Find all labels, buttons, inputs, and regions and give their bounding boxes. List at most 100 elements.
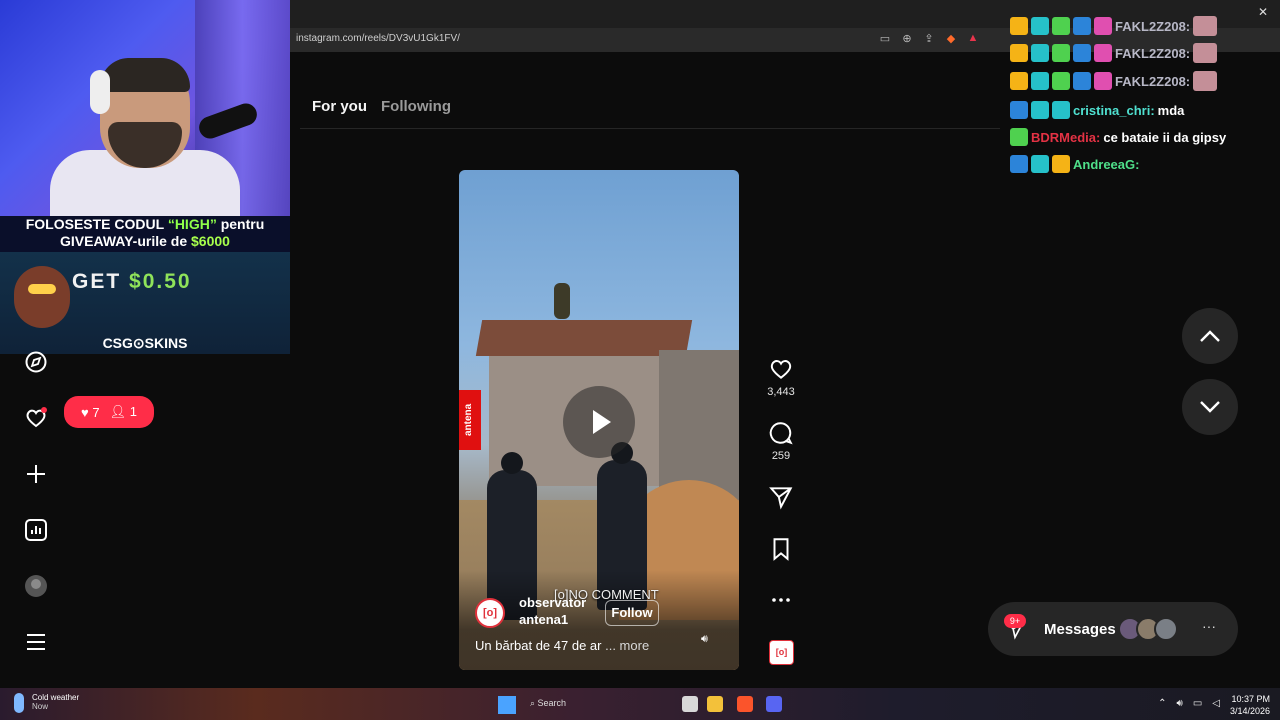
og-badge-icon — [1031, 155, 1049, 173]
zoom-icon[interactable]: ⊕ — [900, 32, 914, 45]
messages-button[interactable]: 9+ Messages ··· — [988, 602, 1238, 656]
send-icon — [769, 487, 793, 510]
speaker-icon[interactable]: 🔊︎ — [701, 633, 717, 647]
discord-icon[interactable] — [766, 696, 782, 712]
address-bar-actions: ▭ ⊕ ⇪ ◆ ▲ — [878, 32, 980, 45]
taskbar: Cold weather Now ⌕ Search ⌃ 🔊︎ ▭ ◁ 10:37… — [0, 688, 1280, 720]
video-house-side — [659, 350, 739, 500]
crown-badge-icon — [1010, 44, 1028, 62]
bot-badge-icon — [1031, 72, 1049, 90]
caption-more-link[interactable]: ... more — [605, 638, 649, 653]
chat-emote — [1193, 43, 1218, 63]
notifications-badge[interactable]: ♥ 7 👤︎ 1 — [64, 396, 154, 428]
hammer-badge-icon — [1010, 155, 1028, 173]
follow-button[interactable]: Follow — [605, 600, 659, 626]
author-avatar[interactable]: [o] — [475, 598, 505, 628]
avatar — [1154, 617, 1178, 641]
crown-badge-icon — [1010, 17, 1028, 35]
next-reel-button[interactable] — [1182, 379, 1238, 435]
follows-person-icon: 👤︎ 1 — [109, 404, 137, 419]
crown-badge-icon — [1010, 72, 1028, 90]
brave-rewards-icon[interactable]: ▲ — [966, 32, 980, 45]
tray-chevron-icon[interactable]: ⌃ — [1158, 698, 1166, 709]
audio-avatar[interactable]: [o] — [769, 640, 794, 665]
tabs-divider — [300, 128, 1000, 129]
tab-following[interactable]: Following — [381, 98, 451, 115]
profile-avatar[interactable] — [24, 574, 48, 598]
network-icon[interactable]: ▭ — [1193, 698, 1202, 709]
more-options-action[interactable] — [766, 590, 796, 610]
chat-message: BDRMedia: ce bataie ii da gipsy — [1010, 126, 1226, 148]
headphones — [90, 70, 110, 114]
video-officer-left-head — [501, 452, 523, 474]
speaker-tray-icon[interactable]: 🔊︎ — [1177, 698, 1183, 709]
weather-widget[interactable]: Cold weather Now — [14, 693, 79, 713]
notifications-heart-icon[interactable] — [24, 406, 48, 430]
heart-icon — [770, 360, 792, 379]
promo-code: “HIGH” — [167, 216, 217, 232]
clock[interactable]: 10:37 PM 3/14/2026 — [1230, 693, 1270, 717]
promo-amount: $6000 — [191, 233, 230, 249]
task-view-icon[interactable] — [682, 696, 698, 712]
save-action[interactable] — [766, 536, 796, 562]
sponsor-offer: GET $0.50 — [72, 270, 192, 293]
gift-badge-icon — [1010, 128, 1028, 146]
file-explorer-icon[interactable] — [707, 696, 723, 712]
bot-badge-icon — [1031, 44, 1049, 62]
dashboard-icon[interactable] — [24, 518, 48, 542]
bot-badge-icon — [1052, 101, 1070, 119]
comment-icon — [769, 422, 793, 445]
menu-icon[interactable] — [24, 630, 48, 654]
bookmark-icon — [773, 538, 789, 561]
brave-browser-icon[interactable] — [737, 696, 753, 712]
explore-icon[interactable] — [24, 350, 48, 374]
sub-badge-icon — [1073, 72, 1091, 90]
tab-for-you[interactable]: For you — [312, 98, 367, 115]
chat-message: FAKL2Z208: — [1010, 42, 1218, 64]
collaborator-name[interactable]: antena1 — [519, 612, 568, 627]
volume-icon[interactable]: ◁ — [1212, 698, 1220, 709]
video-person-on-roof — [554, 283, 570, 319]
windows-start-icon[interactable] — [498, 696, 516, 714]
like-count: 3,443 — [767, 386, 795, 398]
sub-badge-icon — [1073, 44, 1091, 62]
webcam-overlay — [0, 0, 290, 216]
author-name[interactable]: observator — [519, 595, 586, 610]
create-plus-icon[interactable] — [24, 462, 48, 486]
cast-icon[interactable]: ▭ — [878, 32, 892, 45]
screen: ✕ instagram.com/reels/DV3vU1Gk1FV/ ▭ ⊕ ⇪… — [0, 0, 1280, 720]
emote-badge-icon — [1094, 17, 1112, 35]
sub-badge-icon — [1073, 17, 1091, 35]
gift-badge-icon — [1052, 44, 1070, 62]
previous-reel-button[interactable] — [1182, 308, 1238, 364]
chat-message: FAKL2Z208: — [1010, 70, 1218, 92]
system-tray: ⌃ 🔊︎ ▭ ◁ — [1158, 698, 1220, 709]
taskbar-search[interactable]: ⌕ Search — [530, 698, 566, 709]
address-url[interactable]: instagram.com/reels/DV3vU1Gk1FV/ — [296, 33, 460, 44]
comment-action[interactable]: 259 — [766, 420, 796, 462]
thermometer-icon — [14, 693, 24, 713]
crown-badge-icon — [1052, 155, 1070, 173]
messages-label: Messages — [1044, 621, 1116, 638]
like-action[interactable]: 3,443 — [766, 356, 796, 398]
more-dots-icon — [772, 598, 790, 602]
chevron-down-icon — [1200, 401, 1220, 413]
chat-message: AndreeaG: — [1010, 153, 1139, 175]
gift-badge-icon — [1052, 17, 1070, 35]
channel-tag: antena — [459, 390, 481, 450]
og-badge-icon — [1031, 101, 1049, 119]
share-icon[interactable]: ⇪ — [922, 32, 936, 45]
feed-tabs: For you Following — [312, 98, 451, 115]
messages-count-badge: 9+ — [1004, 614, 1026, 628]
stream-chat-overlay: FAKL2Z208: FAKL2Z208: FAKL2Z208: cristin — [1010, 0, 1280, 180]
webcam-person-hair — [100, 58, 190, 92]
reel-caption[interactable]: Un bărbat de 47 de ar ... more — [475, 638, 649, 653]
chat-emote — [1193, 71, 1218, 91]
sponsor-mascot — [14, 266, 70, 328]
share-action[interactable] — [766, 484, 796, 510]
play-icon[interactable] — [563, 386, 635, 458]
reel-video[interactable]: antena [o]NO COMMENT [o] observator ante… — [459, 170, 739, 670]
brave-shield-icon[interactable]: ◆ — [944, 32, 958, 45]
more-dots-icon: ··· — [1202, 618, 1216, 634]
promo-banner: FOLOSESTE CODUL “HIGH” pentru GIVEAWAY-u… — [0, 216, 290, 252]
